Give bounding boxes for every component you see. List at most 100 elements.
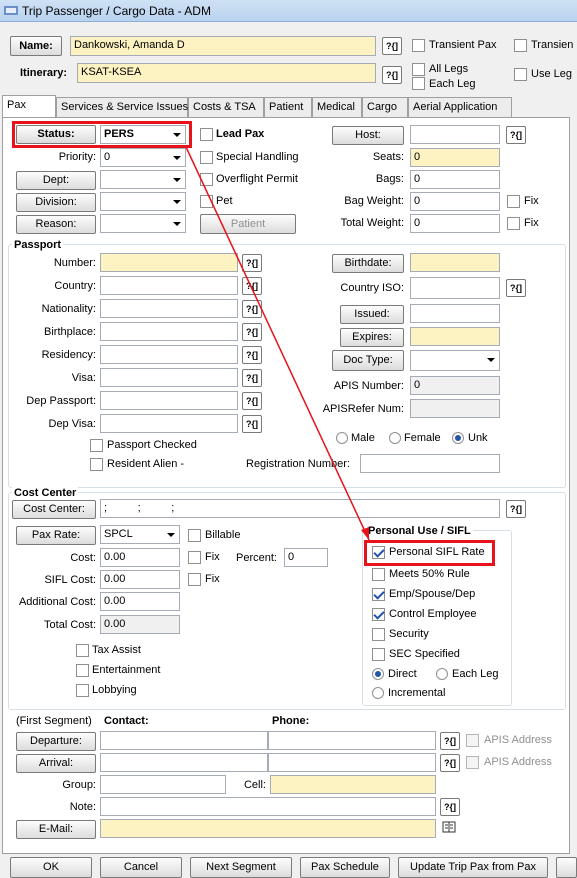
apis-refer-field[interactable] [410,399,500,418]
registration-number-field[interactable] [360,454,500,473]
bag-weight-field[interactable]: 0 [410,192,500,211]
name-help-icon[interactable]: ?{] [382,37,402,55]
birthplace-field[interactable] [100,322,238,341]
entertainment-checkbox[interactable] [76,664,89,677]
passport-number-help-icon[interactable]: ?{] [242,254,262,272]
country-iso-help-icon[interactable]: ?{] [506,279,526,297]
arrival-phone-field[interactable] [268,753,436,772]
seats-field[interactable]: 0 [410,148,500,167]
tab-pax[interactable]: Pax [2,95,56,117]
pax-schedule-button[interactable]: Pax Schedule [300,857,390,878]
departure-contact-field[interactable] [100,731,268,750]
visa-help-icon[interactable]: ?{] [242,369,262,387]
resident-alien-checkbox[interactable] [90,458,103,471]
security-checkbox[interactable] [372,628,385,641]
use-leg-checkbox[interactable] [514,68,527,81]
passport-checked-checkbox[interactable] [90,439,103,452]
division-button[interactable]: Division: [16,193,96,212]
departure-button[interactable]: Departure: [16,732,96,751]
each-leg-radio[interactable] [436,668,448,680]
billable-checkbox[interactable] [188,529,201,542]
direct-radio[interactable] [372,668,384,680]
dep-visa-help-icon[interactable]: ?{] [242,415,262,433]
additional-cost-field[interactable]: 0.00 [100,592,180,611]
expires-button[interactable]: Expires: [340,328,404,347]
priority-dropdown[interactable]: 0 [100,148,186,167]
name-button[interactable]: Name: [10,36,62,56]
emp-spouse-checkbox[interactable] [372,588,385,601]
birthplace-help-icon[interactable]: ?{] [242,323,262,341]
arrival-button[interactable]: Arrival: [16,754,96,773]
residency-help-icon[interactable]: ?{] [242,346,262,364]
host-button[interactable]: Host: [332,126,404,145]
tab-patient[interactable]: Patient [264,97,312,117]
cost-center-help-icon[interactable]: ?{] [506,500,526,518]
percent-field[interactable]: 0 [284,548,328,567]
tab-cargo[interactable]: Cargo [362,97,408,117]
country-help-icon[interactable]: ?{] [242,277,262,295]
meets-50-checkbox[interactable] [372,568,385,581]
dep-passport-field[interactable] [100,391,238,410]
nationality-field[interactable] [100,299,238,318]
special-handling-checkbox[interactable] [200,151,213,164]
tax-assist-checkbox[interactable] [76,644,89,657]
issued-field[interactable] [410,304,500,323]
cost-center-button[interactable]: Cost Center: [12,500,96,519]
address-book-icon[interactable] [442,821,456,833]
cancel-button[interactable]: Cancel [100,857,182,878]
transient-checkbox[interactable] [514,39,527,52]
departure-help-icon[interactable]: ?{] [440,732,460,750]
host-field[interactable] [410,125,500,144]
dept-dropdown[interactable] [100,170,186,189]
apis-number-field[interactable]: 0 [410,376,500,395]
note-field[interactable] [100,797,436,816]
arrival-help-icon[interactable]: ?{] [440,754,460,772]
expires-field[interactable] [410,327,500,346]
dep-passport-help-icon[interactable]: ?{] [242,392,262,410]
male-radio[interactable] [336,432,348,444]
pax-rate-dropdown[interactable]: SPCL [100,525,180,544]
overflight-permit-checkbox[interactable] [200,173,213,186]
host-help-icon[interactable]: ?{] [506,126,526,144]
birthdate-field[interactable] [410,253,500,272]
group-field[interactable] [100,775,226,794]
all-legs-checkbox[interactable] [412,63,425,76]
ok-button[interactable]: OK [10,857,92,878]
email-field[interactable] [100,819,436,838]
name-field[interactable]: Dankowski, Amanda D [70,36,376,56]
unk-radio[interactable] [452,432,464,444]
departure-apis-address-checkbox[interactable] [466,734,479,747]
each-leg-checkbox[interactable] [412,77,425,90]
tab-costs-tsa[interactable]: Costs & TSA [188,97,264,117]
tab-services[interactable]: Services & Service Issues [56,97,188,117]
reason-dropdown[interactable] [100,214,186,233]
lead-pax-checkbox[interactable] [200,128,213,141]
email-button[interactable]: E-Mail: [16,820,96,839]
division-dropdown[interactable] [100,192,186,211]
country-iso-field[interactable] [410,277,500,299]
cost-field[interactable]: 0.00 [100,548,180,567]
extra-button[interactable] [556,857,577,878]
transient-pax-checkbox[interactable] [412,39,425,52]
total-cost-field[interactable]: 0.00 [100,615,180,634]
cell-field[interactable] [270,775,436,794]
sifl-fix-checkbox[interactable] [188,573,201,586]
note-help-icon[interactable]: ?{] [440,798,460,816]
bags-field[interactable]: 0 [410,170,500,189]
update-trip-pax-button[interactable]: Update Trip Pax from Pax [398,857,548,878]
bag-weight-fix-checkbox[interactable] [507,195,520,208]
lobbying-checkbox[interactable] [76,684,89,697]
visa-field[interactable] [100,368,238,387]
tab-medical[interactable]: Medical [312,97,362,117]
dept-button[interactable]: Dept: [16,171,96,190]
issued-button[interactable]: Issued: [340,305,404,324]
doc-type-button[interactable]: Doc Type: [332,350,404,371]
birthdate-button[interactable]: Birthdate: [332,254,404,273]
passport-number-field[interactable] [100,253,238,272]
pet-checkbox[interactable] [200,195,213,208]
control-employee-checkbox[interactable] [372,608,385,621]
sec-specified-checkbox[interactable] [372,648,385,661]
doc-type-dropdown[interactable] [410,350,500,371]
patient-button[interactable]: Patient [200,214,296,234]
cost-fix-checkbox[interactable] [188,551,201,564]
